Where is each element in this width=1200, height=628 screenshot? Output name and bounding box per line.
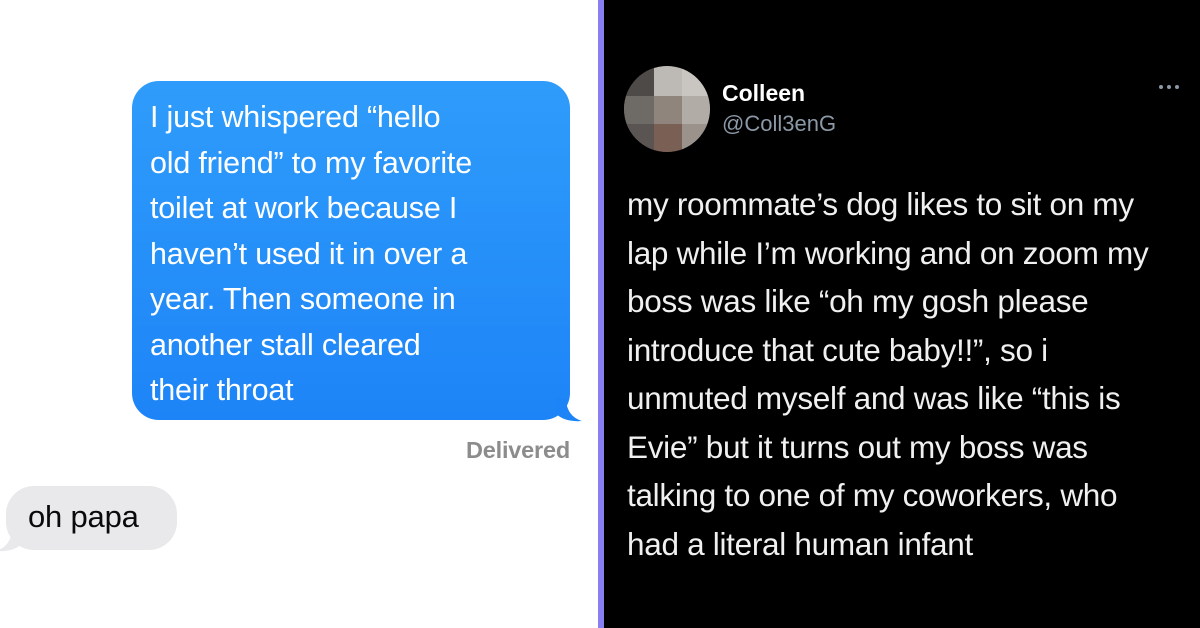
avatar-pixel bbox=[624, 124, 654, 152]
sent-message-line: old friend” to my favorite bbox=[150, 145, 472, 180]
tweet-text-line: Evie” but it turns out my boss was bbox=[627, 428, 1088, 465]
tweet-text-line: my roommate’s dog likes to sit on my bbox=[627, 186, 1134, 222]
avatar-pixel bbox=[654, 66, 682, 96]
avatar-pixel bbox=[654, 124, 682, 152]
tweet-text-line: had a literal human infant bbox=[627, 525, 973, 562]
received-bubble-tail bbox=[0, 528, 22, 552]
sent-message-bubble[interactable]: I just whispered “hello old friend” to m… bbox=[132, 81, 570, 420]
sent-bubble-tail bbox=[556, 398, 582, 422]
avatar-pixel bbox=[654, 96, 682, 124]
tweet-panel: Colleen @Coll3enG my roommate’s dog like… bbox=[604, 0, 1200, 628]
tweet-text-line: lap while I’m working and on zoom my bbox=[627, 234, 1149, 271]
received-message-text: oh papa bbox=[28, 499, 139, 534]
delivered-status: Delivered bbox=[465, 437, 570, 463]
avatar-pixel bbox=[682, 66, 710, 96]
sent-message-line: year. Then someone in bbox=[150, 282, 456, 316]
received-message-bubble[interactable]: oh papa bbox=[6, 486, 177, 550]
tweet-text-line: introduce that cute baby!!”, so i bbox=[627, 331, 1048, 368]
avatar-pixel bbox=[682, 96, 710, 124]
tweet-text: my roommate’s dog likes to sit on my lap… bbox=[627, 180, 1187, 568]
sent-message-line: their throat bbox=[150, 373, 294, 407]
avatar[interactable] bbox=[624, 66, 710, 152]
tweet-handle[interactable]: @Coll3enG bbox=[722, 111, 836, 137]
sent-message-line: toilet at work because I bbox=[150, 191, 458, 225]
avatar-pixel bbox=[624, 96, 654, 124]
tweet-text-line: boss was like “oh my gosh please bbox=[627, 283, 1089, 319]
sent-message-line: I just whispered “hello bbox=[150, 100, 441, 134]
tweet-text-line: talking to one of my coworkers, who bbox=[627, 477, 1118, 513]
sent-message-line: another stall cleared bbox=[150, 327, 421, 362]
sent-message-line: haven’t used it in over a bbox=[150, 236, 468, 271]
more-horizontal-icon[interactable] bbox=[1158, 82, 1180, 92]
avatar-pixel bbox=[624, 66, 654, 96]
imessage-panel: I just whispered “hello old friend” to m… bbox=[0, 0, 598, 628]
tweet-display-name[interactable]: Colleen bbox=[722, 80, 805, 107]
tweet-text-line: unmuted myself and was like “this is bbox=[627, 380, 1121, 416]
avatar-pixel bbox=[682, 124, 710, 152]
